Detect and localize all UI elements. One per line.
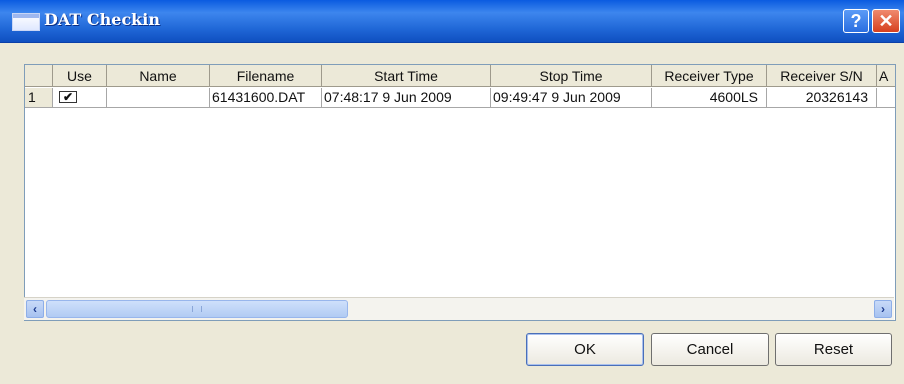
help-button[interactable]: ? — [843, 9, 869, 33]
window-title: DAT Checkin — [44, 10, 160, 29]
filename-cell[interactable]: 61431600.DAT — [210, 88, 322, 108]
receiver-sn-cell[interactable]: 20326143 — [767, 88, 877, 108]
checkin-grid[interactable]: Use Name Filename Start Time Stop Time R… — [24, 64, 896, 321]
scrollbar-thumb[interactable] — [46, 300, 348, 318]
use-cell[interactable]: ✔ — [53, 88, 107, 108]
cancel-button[interactable]: Cancel — [651, 333, 769, 366]
scroll-left-icon[interactable]: ‹ — [26, 300, 44, 318]
receiver-type-cell[interactable]: 4600LS — [652, 88, 767, 108]
column-header-name[interactable]: Name — [107, 65, 210, 87]
start-time-cell[interactable]: 07:48:17 9 Jun 2009 — [322, 88, 491, 108]
stop-time-cell[interactable]: 09:49:47 9 Jun 2009 — [491, 88, 652, 108]
column-header-stop-time[interactable]: Stop Time — [491, 65, 652, 87]
column-header-filename[interactable]: Filename — [210, 65, 322, 87]
title-bar[interactable]: DAT Checkin ? ✕ — [0, 0, 904, 43]
horizontal-scrollbar[interactable]: ‹ › — [24, 297, 894, 320]
dat-checkin-dialog: DAT Checkin ? ✕ Use Name Filename Start … — [0, 0, 904, 384]
column-header-start-time[interactable]: Start Time — [322, 65, 491, 87]
a-cell[interactable] — [877, 88, 895, 108]
use-checkbox[interactable]: ✔ — [59, 91, 77, 103]
column-header-use[interactable]: Use — [53, 65, 107, 87]
close-button[interactable]: ✕ — [872, 9, 900, 33]
reset-button[interactable]: Reset — [775, 333, 892, 366]
ok-button[interactable]: OK — [526, 333, 644, 366]
name-cell[interactable] — [107, 88, 210, 108]
scroll-right-icon[interactable]: › — [874, 300, 892, 318]
column-header-receiver-type[interactable]: Receiver Type — [652, 65, 767, 87]
row-header-corner — [25, 65, 53, 87]
column-header-receiver-sn[interactable]: Receiver S/N — [767, 65, 877, 87]
window-icon — [12, 13, 40, 31]
row-number[interactable]: 1 — [25, 88, 53, 108]
column-header-a[interactable]: A — [877, 65, 895, 87]
